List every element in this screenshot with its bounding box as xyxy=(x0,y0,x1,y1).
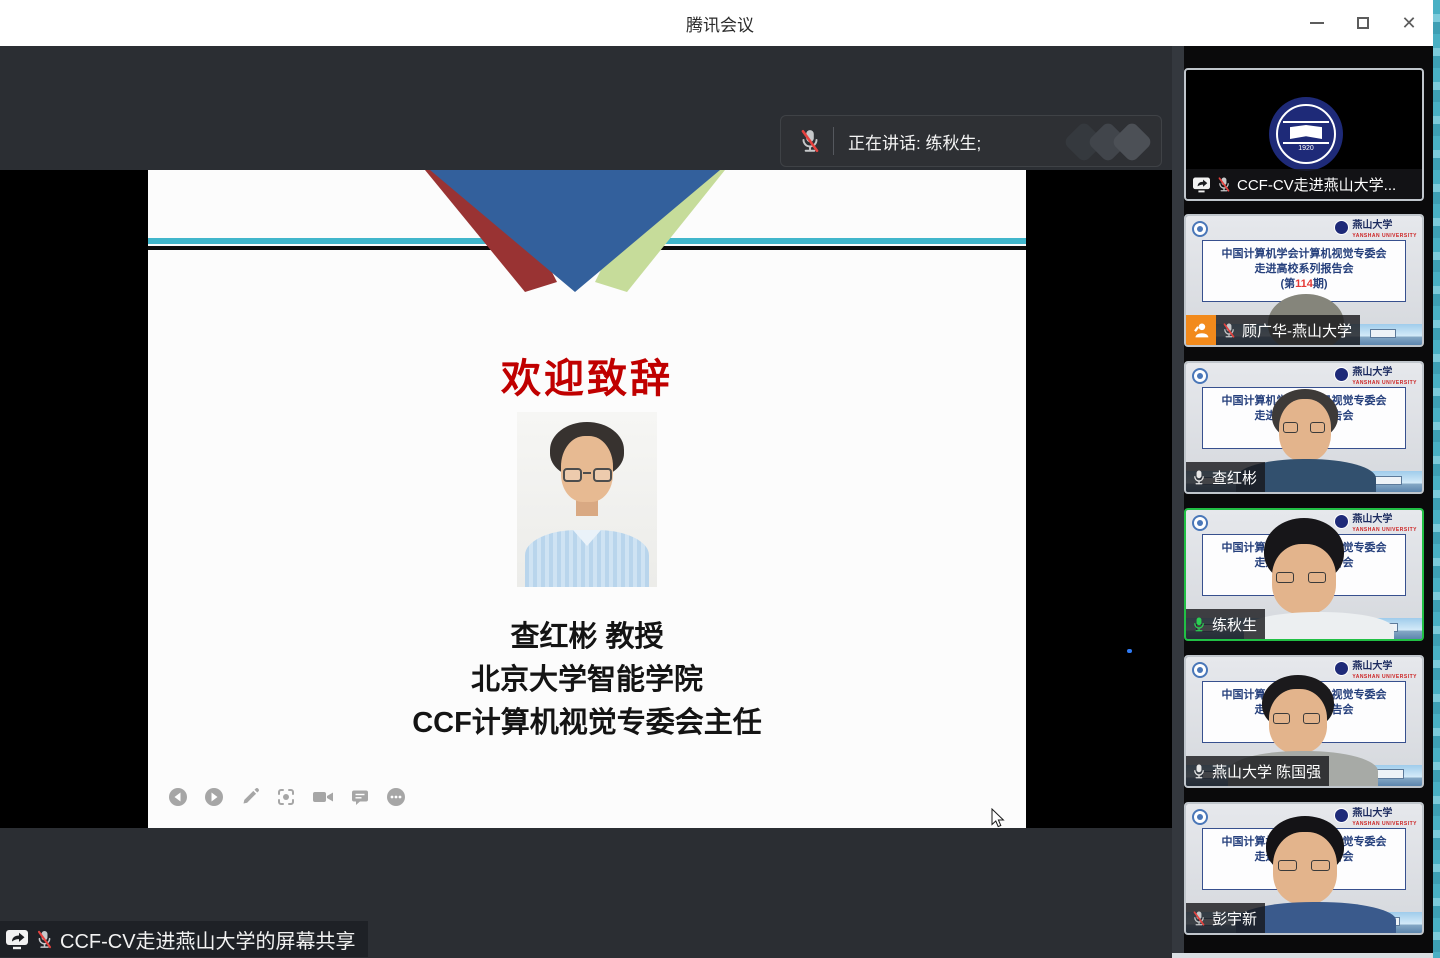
speaker-role-line: CCF计算机视觉专委会主任 xyxy=(148,702,1026,745)
window-title: 腾讯会议 xyxy=(0,11,1440,36)
hand-raised-icon xyxy=(1186,315,1216,345)
banner-divider xyxy=(833,127,834,155)
tencent-meeting-window: 腾讯会议 ✕ 欢迎致辞 xyxy=(0,0,1440,958)
video-tile-zhahongbin[interactable]: 燕山大学YANSHAN UNIVERSITY 中国计算机学会计算机视觉专委会 走… xyxy=(1184,361,1424,494)
maximize-icon xyxy=(1357,17,1369,29)
participant-name: 燕山大学 陈国强 xyxy=(1212,761,1321,782)
participant-name: 查红彬 xyxy=(1212,467,1257,488)
spotlight-icon[interactable] xyxy=(276,787,296,807)
comment-icon[interactable] xyxy=(350,787,370,807)
yanshan-logo-icon xyxy=(1334,661,1349,676)
participant-name: 练秋生 xyxy=(1212,614,1257,635)
video-tile-ccf-cv[interactable]: 1920 CCF-CV走进燕山大学... xyxy=(1184,68,1424,201)
more-icon[interactable] xyxy=(386,787,406,807)
ccf-logo xyxy=(1192,809,1208,825)
participant-name: 彭宇新 xyxy=(1212,908,1257,929)
maximize-button[interactable] xyxy=(1340,0,1386,46)
emblem-year: 1920 xyxy=(1269,145,1343,152)
photo-glasses-bridge xyxy=(583,472,591,474)
tile-label: 燕山大学 陈国强 xyxy=(1186,756,1329,786)
shared-screen: 欢迎致辞 查红彬 教授 北京大学智能学院 CCF计算机视觉专委会主任 xyxy=(0,170,1172,828)
pane-divider[interactable] xyxy=(1172,46,1184,958)
slide-title: 欢迎致辞 xyxy=(148,346,1026,404)
video-tile-chenguoqiang[interactable]: 燕山大学YANSHAN UNIVERSITY 中国计算机学会计算机视觉专委会 走… xyxy=(1184,655,1424,788)
mic-muted-icon xyxy=(799,128,821,154)
mic-on-icon xyxy=(1192,469,1206,486)
window-bottom-edge xyxy=(1172,953,1433,958)
speaker-name-line: 查红彬 教授 xyxy=(148,616,1026,659)
yanshan-logo-icon xyxy=(1334,220,1349,235)
speaker-photo xyxy=(517,412,657,587)
tile-label: CCF-CV走进燕山大学... xyxy=(1186,169,1422,199)
meeting-logo-watermark xyxy=(1111,121,1153,163)
mic-speaking-icon xyxy=(1192,616,1206,633)
desktop-wallpaper-sliver xyxy=(1433,0,1440,958)
mic-muted-icon xyxy=(1192,910,1206,927)
photo-glasses-right xyxy=(593,468,612,482)
ccf-logo xyxy=(1192,515,1208,531)
yanshan-university-emblem: 1920 xyxy=(1269,97,1343,171)
screen-share-banner: CCF-CV走进燕山大学的屏幕共享 xyxy=(0,921,368,957)
presentation-slide: 欢迎致辞 查红彬 教授 北京大学智能学院 CCF计算机视觉专委会主任 xyxy=(148,170,1026,828)
video-tile-pengyuxin[interactable]: 燕山大学YANSHAN UNIVERSITY 中国计算机学会计算机视觉专委会 走… xyxy=(1184,802,1424,935)
close-icon: ✕ xyxy=(1401,14,1416,32)
minimize-button[interactable] xyxy=(1294,0,1340,46)
pen-icon[interactable] xyxy=(240,787,260,807)
slide-speaker-info: 查红彬 教授 北京大学智能学院 CCF计算机视觉专委会主任 xyxy=(148,616,1026,745)
camera-icon[interactable] xyxy=(312,787,334,807)
mic-on-icon xyxy=(1192,763,1206,780)
participants-sidebar: 1920 CCF-CV走进燕山大学... xyxy=(1184,46,1433,958)
mic-muted-icon xyxy=(36,929,53,950)
ccf-logo xyxy=(1192,221,1208,237)
tile-label: 练秋生 xyxy=(1186,609,1265,639)
screen-share-text: CCF-CV走进燕山大学的屏幕共享 xyxy=(60,925,356,954)
speaking-banner: 正在讲话: 练秋生; xyxy=(780,115,1162,167)
annotation-dot xyxy=(1127,649,1132,653)
mouse-cursor xyxy=(990,808,1006,830)
photo-glasses-left xyxy=(563,468,582,482)
main-stage: 欢迎致辞 查红彬 教授 北京大学智能学院 CCF计算机视觉专委会主任 xyxy=(0,46,1172,958)
close-button[interactable]: ✕ xyxy=(1386,0,1432,46)
yanshan-logo-lockup: 燕山大学YANSHAN UNIVERSITY xyxy=(1334,220,1417,242)
window-controls: ✕ xyxy=(1294,0,1432,46)
video-tile-guguanghua[interactable]: 燕山大学YANSHAN UNIVERSITY 中国计算机学会计算机视觉专委会 走… xyxy=(1184,214,1424,347)
yanshan-logo-lockup: 燕山大学YANSHAN UNIVERSITY xyxy=(1334,367,1417,389)
ccf-logo xyxy=(1192,368,1208,384)
ccf-logo xyxy=(1192,662,1208,678)
yanshan-logo-icon xyxy=(1334,367,1349,382)
mic-muted-icon xyxy=(1217,176,1231,193)
speaking-now-text: 正在讲话: 练秋生; xyxy=(848,129,981,154)
title-bar: 腾讯会议 ✕ xyxy=(0,0,1440,46)
screen-share-icon xyxy=(5,928,29,950)
slideshow-toolbar xyxy=(168,787,406,807)
speaker-affiliation-line: 北京大学智能学院 xyxy=(148,659,1026,702)
previous-slide-icon[interactable] xyxy=(168,787,188,807)
next-slide-icon[interactable] xyxy=(204,787,224,807)
video-tile-lianqiusheng[interactable]: 燕山大学YANSHAN UNIVERSITY 中国计算机学会计算机视觉专委会 走… xyxy=(1184,508,1424,641)
tile-label: 查红彬 xyxy=(1186,462,1265,492)
participant-name: 顾广华-燕山大学 xyxy=(1242,320,1352,341)
mic-muted-icon xyxy=(1222,322,1236,339)
screen-share-icon xyxy=(1192,176,1211,193)
minimize-icon xyxy=(1310,22,1324,24)
participant-name: CCF-CV走进燕山大学... xyxy=(1237,174,1396,195)
tile-label: 顾广华-燕山大学 xyxy=(1216,315,1360,345)
tile-label: 彭宇新 xyxy=(1186,903,1265,933)
